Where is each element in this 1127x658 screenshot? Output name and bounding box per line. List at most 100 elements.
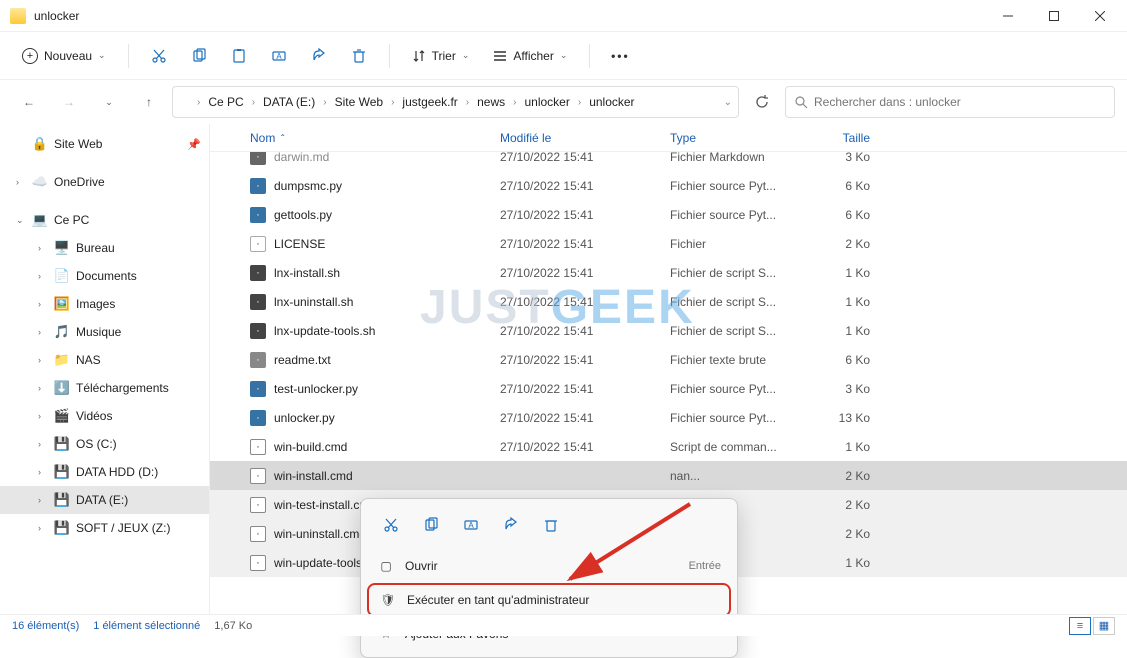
file-size: 13 Ko bbox=[800, 411, 870, 425]
share-button[interactable] bbox=[301, 40, 337, 72]
details-view-button[interactable]: ≡ bbox=[1069, 617, 1091, 635]
file-row[interactable]: ·dumpsmc.py27/10/2022 15:41Fichier sourc… bbox=[210, 171, 1127, 200]
file-size: 1 Ko bbox=[800, 440, 870, 454]
lock-icon: 🔒 bbox=[32, 136, 48, 152]
search-box[interactable] bbox=[785, 86, 1115, 118]
file-row[interactable]: ·gettools.py27/10/2022 15:41Fichier sour… bbox=[210, 200, 1127, 229]
file-row[interactable]: ·readme.txt27/10/2022 15:41Fichier texte… bbox=[210, 345, 1127, 374]
drive-icon: 💾 bbox=[54, 464, 70, 480]
forward-button[interactable]: → bbox=[52, 85, 86, 119]
file-row[interactable]: ·LICENSE27/10/2022 15:41Fichier2 Ko bbox=[210, 229, 1127, 258]
file-row[interactable]: ·darwin.md27/10/2022 15:41Fichier Markdo… bbox=[210, 152, 1127, 171]
column-modified[interactable]: Modifié le bbox=[500, 131, 670, 145]
file-icon: · bbox=[250, 236, 266, 252]
up-button[interactable]: ↑ bbox=[132, 85, 166, 119]
file-icon: · bbox=[250, 526, 266, 542]
sidebar-item-desktop[interactable]: ›🖥️Bureau bbox=[0, 234, 209, 262]
ctx-copy-button[interactable] bbox=[413, 509, 449, 541]
file-type: Fichier de script S... bbox=[670, 295, 800, 309]
file-icon: · bbox=[250, 265, 266, 281]
file-type: Fichier Markdown bbox=[670, 152, 800, 164]
sidebar-item-music[interactable]: ›🎵Musique bbox=[0, 318, 209, 346]
file-type: Fichier source Pyt... bbox=[670, 179, 800, 193]
cloud-icon: ☁️ bbox=[32, 174, 48, 190]
sidebar-item-drive-d[interactable]: ›💾DATA HDD (D:) bbox=[0, 458, 209, 486]
file-row[interactable]: ·unlocker.py27/10/2022 15:41Fichier sour… bbox=[210, 403, 1127, 432]
chevron-down-icon[interactable]: ⌄ bbox=[724, 97, 732, 108]
refresh-button[interactable] bbox=[745, 86, 779, 118]
file-row[interactable]: ·win-build.cmd27/10/2022 15:41Script de … bbox=[210, 432, 1127, 461]
crumb-1[interactable]: DATA (E:) bbox=[259, 93, 319, 111]
sidebar-item-onedrive[interactable]: ›☁️ OneDrive bbox=[0, 168, 209, 196]
file-icon: · bbox=[250, 178, 266, 194]
crumb-3[interactable]: justgeek.fr bbox=[398, 93, 461, 111]
sidebar-item-nas[interactable]: ›📁NAS bbox=[0, 346, 209, 374]
file-size: 1 Ko bbox=[800, 324, 870, 338]
plus-circle-icon: + bbox=[22, 48, 38, 64]
search-input[interactable] bbox=[814, 95, 1106, 109]
file-row[interactable]: ·lnx-update-tools.sh27/10/2022 15:41Fich… bbox=[210, 316, 1127, 345]
column-size[interactable]: Taille bbox=[800, 131, 870, 145]
crumb-2[interactable]: Site Web bbox=[331, 93, 387, 111]
pin-icon: 📌 bbox=[187, 138, 201, 151]
sidebar-item-downloads[interactable]: ›⬇️Téléchargements bbox=[0, 374, 209, 402]
minimize-button[interactable] bbox=[985, 0, 1031, 32]
column-type[interactable]: Type bbox=[670, 131, 800, 145]
new-label: Nouveau bbox=[44, 49, 92, 63]
file-row[interactable]: ·lnx-install.sh27/10/2022 15:41Fichier d… bbox=[210, 258, 1127, 287]
crumb-6[interactable]: unlocker bbox=[585, 93, 638, 111]
file-modified: 27/10/2022 15:41 bbox=[500, 152, 670, 164]
cut-button[interactable] bbox=[141, 40, 177, 72]
status-count: 16 élément(s) bbox=[12, 620, 79, 632]
sidebar-item-siteweb[interactable]: 🔒 Site Web 📌 bbox=[0, 130, 209, 158]
navigation-row: ← → ⌄ ↑ › Ce PC› DATA (E:)› Site Web› ju… bbox=[0, 80, 1127, 124]
file-row[interactable]: ·test-unlocker.py27/10/2022 15:41Fichier… bbox=[210, 374, 1127, 403]
sidebar-item-drive-e[interactable]: ›💾DATA (E:) bbox=[0, 486, 209, 514]
delete-button[interactable] bbox=[341, 40, 377, 72]
file-modified: 27/10/2022 15:41 bbox=[500, 237, 670, 251]
ctx-share-button[interactable] bbox=[493, 509, 529, 541]
file-name: LICENSE bbox=[274, 237, 500, 251]
view-dropdown[interactable]: Afficher ⌄ bbox=[483, 40, 577, 72]
sidebar-item-documents[interactable]: ›📄Documents bbox=[0, 262, 209, 290]
breadcrumb[interactable]: › Ce PC› DATA (E:)› Site Web› justgeek.f… bbox=[172, 86, 739, 118]
crumb-5[interactable]: unlocker bbox=[520, 93, 573, 111]
recent-dropdown[interactable]: ⌄ bbox=[92, 85, 126, 119]
file-name: win-build.cmd bbox=[274, 440, 500, 454]
crumb-4[interactable]: news bbox=[473, 93, 509, 111]
sort-dropdown[interactable]: Trier ⌄ bbox=[402, 40, 480, 72]
file-modified: 27/10/2022 15:41 bbox=[500, 324, 670, 338]
copy-button[interactable] bbox=[181, 40, 217, 72]
video-icon: 🎬 bbox=[54, 408, 70, 424]
paste-button[interactable] bbox=[221, 40, 257, 72]
sidebar-item-videos[interactable]: ›🎬Vidéos bbox=[0, 402, 209, 430]
column-headers: Nom ⌃ Modifié le Type Taille bbox=[210, 124, 1127, 152]
file-size: 6 Ko bbox=[800, 208, 870, 222]
ctx-open[interactable]: ▢ Ouvrir Entrée bbox=[367, 549, 731, 583]
sidebar-item-drive-z[interactable]: ›💾SOFT / JEUX (Z:) bbox=[0, 514, 209, 542]
more-button[interactable]: ••• bbox=[602, 40, 638, 72]
back-button[interactable]: ← bbox=[12, 85, 46, 119]
column-name[interactable]: Nom ⌃ bbox=[250, 131, 500, 145]
sidebar-item-thispc[interactable]: ⌄💻 Ce PC bbox=[0, 206, 209, 234]
sidebar-item-images[interactable]: ›🖼️Images bbox=[0, 290, 209, 318]
close-button[interactable] bbox=[1077, 0, 1123, 32]
file-icon: · bbox=[250, 468, 266, 484]
ctx-delete-button[interactable] bbox=[533, 509, 569, 541]
ctx-rename-button[interactable]: A bbox=[453, 509, 489, 541]
file-row[interactable]: ·win-install.cmdnan...2 Ko bbox=[210, 461, 1127, 490]
rename-button[interactable]: A bbox=[261, 40, 297, 72]
new-button[interactable]: + Nouveau ⌄ bbox=[12, 40, 116, 72]
icons-view-button[interactable]: ▦ bbox=[1093, 617, 1115, 635]
maximize-button[interactable] bbox=[1031, 0, 1077, 32]
crumb-0[interactable]: Ce PC bbox=[204, 93, 247, 111]
ctx-cut-button[interactable] bbox=[373, 509, 409, 541]
sidebar-item-drive-c[interactable]: ›💾OS (C:) bbox=[0, 430, 209, 458]
file-row[interactable]: ·lnx-uninstall.sh27/10/2022 15:41Fichier… bbox=[210, 287, 1127, 316]
ctx-run-as-admin[interactable]: 🛡 Exécuter en tant qu'administrateur bbox=[367, 583, 731, 617]
svg-text:A: A bbox=[468, 521, 474, 530]
view-label: Afficher bbox=[513, 49, 553, 63]
svg-text:A: A bbox=[276, 52, 282, 61]
download-icon: ⬇️ bbox=[54, 380, 70, 396]
file-size: 2 Ko bbox=[800, 237, 870, 251]
